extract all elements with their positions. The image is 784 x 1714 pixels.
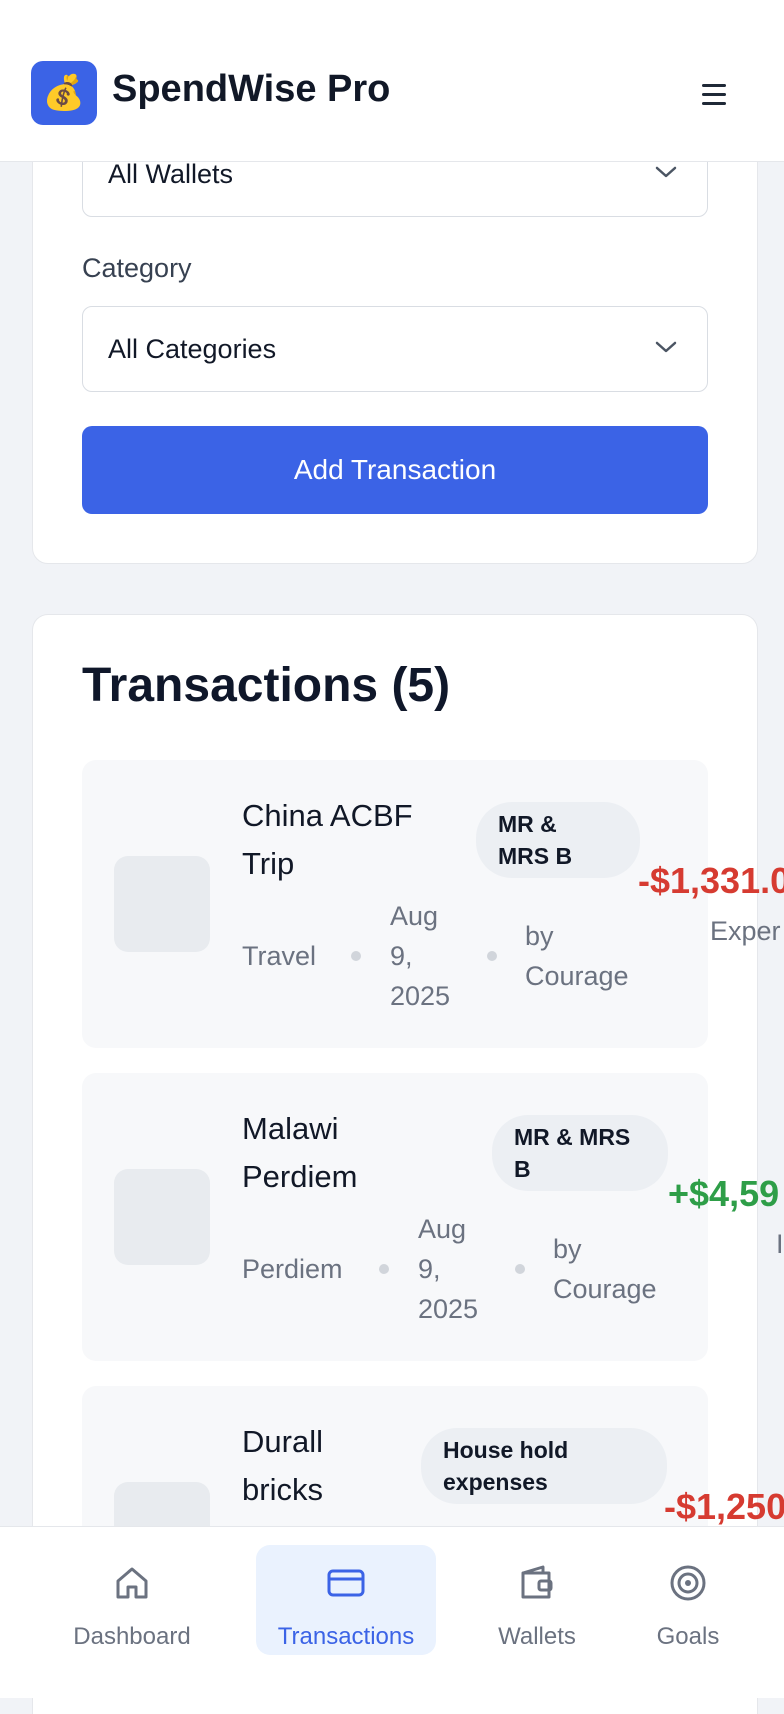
transaction-type: Exper: [710, 916, 781, 946]
separator-dot: [379, 1264, 389, 1274]
separator-dot: [487, 951, 497, 961]
separator-dot: [515, 1264, 525, 1274]
wallet-badge: MR & MRS B: [492, 1115, 668, 1191]
nav-item-goals[interactable]: Goals: [640, 1545, 736, 1655]
category-label: Category: [82, 253, 192, 283]
transaction-name: China ACBF Trip: [242, 792, 413, 888]
transactions-title: Transactions (5): [82, 659, 451, 712]
date-line: Aug: [418, 1214, 467, 1244]
date-line: 9,: [418, 1254, 441, 1284]
nav-item-wallets[interactable]: Wallets: [487, 1545, 587, 1655]
chevron-down-icon: [655, 341, 677, 353]
wallet-select-value: All Wallets: [108, 159, 234, 189]
target-icon: [670, 1565, 706, 1601]
date-line: 2025: [390, 981, 451, 1011]
wallet-badge-line: House hold: [443, 1437, 569, 1463]
transaction-name-line: Malawi: [242, 1111, 339, 1146]
transaction-author: by Courage: [525, 916, 629, 996]
transaction-thumbnail: [114, 856, 210, 952]
transaction-name-line: Trip: [242, 846, 295, 881]
app-header: 💰 SpendWise Pro: [0, 0, 784, 162]
transaction-name: Durall bricks: [242, 1418, 323, 1514]
transaction-date: Aug 9, 2025: [390, 896, 450, 1016]
chevron-down-icon: [655, 166, 677, 178]
category-select[interactable]: All Categories: [82, 306, 708, 392]
category-select-value: All Categories: [108, 334, 277, 364]
menu-icon-bar: [702, 101, 726, 105]
bottom-nav: Dashboard Transactions Wallets Goals: [0, 1526, 784, 1698]
wallet-badge: MR & MRS B: [476, 802, 640, 878]
transaction-category: Travel: [242, 941, 317, 971]
transaction-type: I: [776, 1229, 784, 1259]
transaction-name-line: Durall: [242, 1424, 323, 1459]
author-line: by: [553, 1234, 582, 1264]
wallet-badge-line: MR & MRS: [514, 1124, 631, 1150]
date-line: 2025: [418, 1294, 479, 1324]
wallet-badge-line: MR &: [498, 811, 557, 837]
home-icon: [116, 1567, 148, 1599]
nav-item-dashboard[interactable]: Dashboard: [62, 1545, 202, 1655]
transaction-author: by Courage: [553, 1229, 657, 1309]
transaction-amount: -$1,331.0: [638, 860, 784, 901]
wallet-badge-line: MRS B: [498, 843, 573, 869]
menu-icon-bar: [702, 83, 726, 87]
add-transaction-button[interactable]: Add Transaction: [82, 426, 708, 514]
transaction-name-line: bricks: [242, 1472, 323, 1507]
nav-label: Transactions: [277, 1623, 415, 1650]
app-title: SpendWise Pro: [112, 68, 391, 110]
nav-label: Goals: [656, 1623, 720, 1650]
transaction-item[interactable]: Malawi Perdiem MR & MRS B Perdiem Aug 9,…: [82, 1073, 784, 1361]
wallet-badge-line: expenses: [443, 1469, 548, 1495]
hamburger-menu-button[interactable]: [694, 74, 734, 114]
separator-dot: [351, 951, 361, 961]
nav-label: Wallets: [498, 1623, 576, 1650]
transaction-amount: +$4,59: [668, 1173, 780, 1214]
nav-item-transactions[interactable]: Transactions: [256, 1545, 436, 1655]
author-line: by: [525, 921, 554, 951]
transaction-amount: -$1,250: [664, 1486, 784, 1527]
transaction-name-line: China ACBF: [242, 798, 413, 833]
menu-icon-bar: [702, 92, 726, 96]
transaction-name: Malawi Perdiem: [242, 1105, 357, 1201]
transaction-date: Aug 9, 2025: [418, 1209, 478, 1329]
date-line: 9,: [390, 941, 413, 971]
author-line: Courage: [553, 1274, 657, 1304]
transaction-thumbnail: [114, 1169, 210, 1265]
author-line: Courage: [525, 961, 629, 991]
wallet-badge: House hold expenses: [421, 1428, 667, 1504]
date-line: Aug: [390, 901, 439, 931]
app-logo: 💰: [31, 61, 97, 125]
transaction-name-line: Perdiem: [242, 1159, 358, 1194]
transaction-category: Perdiem: [242, 1254, 343, 1284]
card-icon: [327, 1569, 365, 1597]
nav-label: Dashboard: [73, 1623, 191, 1650]
wallet-badge-line: B: [514, 1156, 531, 1182]
transaction-item[interactable]: China ACBF Trip MR & MRS B Travel Aug 9,…: [82, 760, 784, 1048]
money-bag-icon: 💰: [42, 74, 86, 112]
wallet-icon: [521, 1565, 553, 1599]
